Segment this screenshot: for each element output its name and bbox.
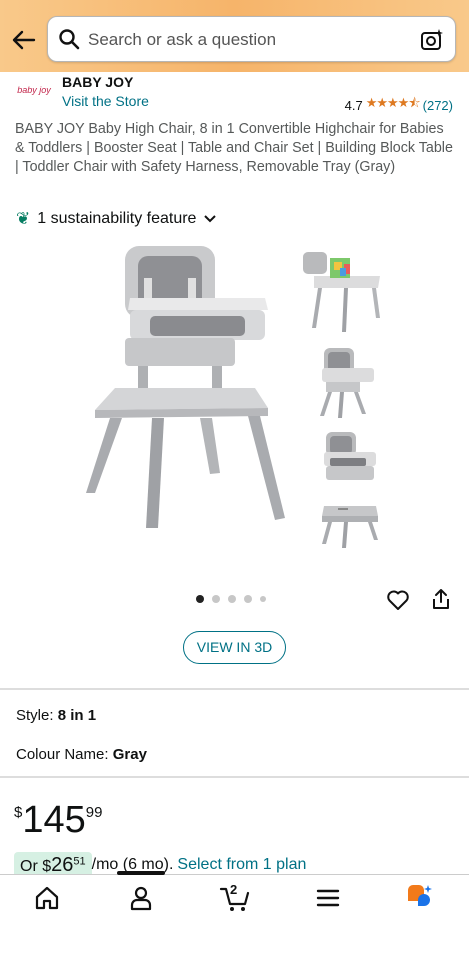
divider bbox=[0, 688, 469, 690]
colour-label: Colour Name: bbox=[16, 746, 109, 763]
menu-icon[interactable] bbox=[314, 884, 342, 912]
carousel-dot[interactable] bbox=[244, 595, 252, 603]
divider bbox=[0, 776, 469, 778]
cart-icon[interactable] bbox=[219, 884, 251, 912]
account-icon[interactable] bbox=[127, 884, 155, 912]
carousel-dot[interactable] bbox=[212, 595, 220, 603]
search-icon bbox=[59, 29, 80, 50]
camera-lens-icon[interactable] bbox=[419, 27, 445, 53]
rufus-assistant-icon[interactable] bbox=[406, 884, 434, 912]
installment-whole: 26 bbox=[51, 853, 74, 876]
price-currency: $ bbox=[14, 804, 23, 821]
style-value: 8 in 1 bbox=[57, 707, 97, 724]
chevron-down-icon bbox=[204, 215, 217, 223]
carousel-dot[interactable] bbox=[228, 595, 236, 603]
thumbnail-table-and-blocks[interactable] bbox=[300, 248, 382, 334]
price: $ 145 99 bbox=[14, 798, 102, 842]
view-in-3d-button[interactable]: VIEW IN 3D bbox=[183, 631, 286, 664]
brand-logo[interactable]: baby joy bbox=[14, 78, 54, 102]
back-arrow-icon[interactable] bbox=[10, 26, 38, 54]
sustainability-toggle[interactable]: ❦ 1 sustainability feature bbox=[16, 209, 217, 229]
installment-fraction: 51 bbox=[73, 855, 86, 868]
star-rating-icon: ★★★★⯪ bbox=[365, 95, 421, 110]
heart-icon[interactable] bbox=[386, 588, 410, 612]
thumbnail-high-chair[interactable] bbox=[318, 346, 376, 418]
sustainability-label: 1 sustainability feature bbox=[37, 210, 197, 227]
colour-value: Gray bbox=[112, 746, 147, 763]
style-selector[interactable]: Style: 8 in 1 bbox=[16, 707, 96, 724]
rating-summary[interactable]: 4.7 ★★★★⯪ (272) bbox=[345, 94, 453, 116]
price-whole: 145 bbox=[22, 799, 86, 841]
carousel-dot[interactable] bbox=[260, 596, 266, 602]
thumbnail-toddler-chair[interactable] bbox=[320, 500, 380, 548]
visit-store-link[interactable]: Visit the Store bbox=[62, 93, 149, 109]
thumbnail-booster-seat[interactable] bbox=[322, 430, 378, 484]
leaf-icon: ❦ bbox=[16, 209, 31, 228]
installment-prefix: Or $ bbox=[20, 857, 52, 875]
carousel-dot[interactable] bbox=[196, 595, 204, 603]
active-tab-indicator bbox=[117, 871, 165, 875]
colour-selector[interactable]: Colour Name: Gray bbox=[16, 746, 147, 763]
style-label: Style: bbox=[16, 707, 54, 724]
product-main-image[interactable] bbox=[80, 238, 290, 538]
top-header: Search or ask a question bbox=[0, 0, 469, 72]
rating-count: (272) bbox=[422, 97, 453, 113]
select-plan-link[interactable]: Select from 1 plan bbox=[177, 856, 306, 874]
home-icon[interactable] bbox=[33, 884, 61, 912]
brand-name: BABY JOY bbox=[62, 74, 134, 90]
price-fraction: 99 bbox=[85, 804, 103, 821]
rating-value: 4.7 bbox=[344, 97, 363, 113]
carousel-indicator bbox=[196, 595, 266, 603]
share-icon[interactable] bbox=[430, 587, 452, 611]
search-bar[interactable]: Search or ask a question bbox=[47, 16, 456, 62]
product-title: BABY JOY Baby High Chair, 8 in 1 Convert… bbox=[15, 121, 453, 175]
search-placeholder: Search or ask a question bbox=[88, 30, 277, 49]
